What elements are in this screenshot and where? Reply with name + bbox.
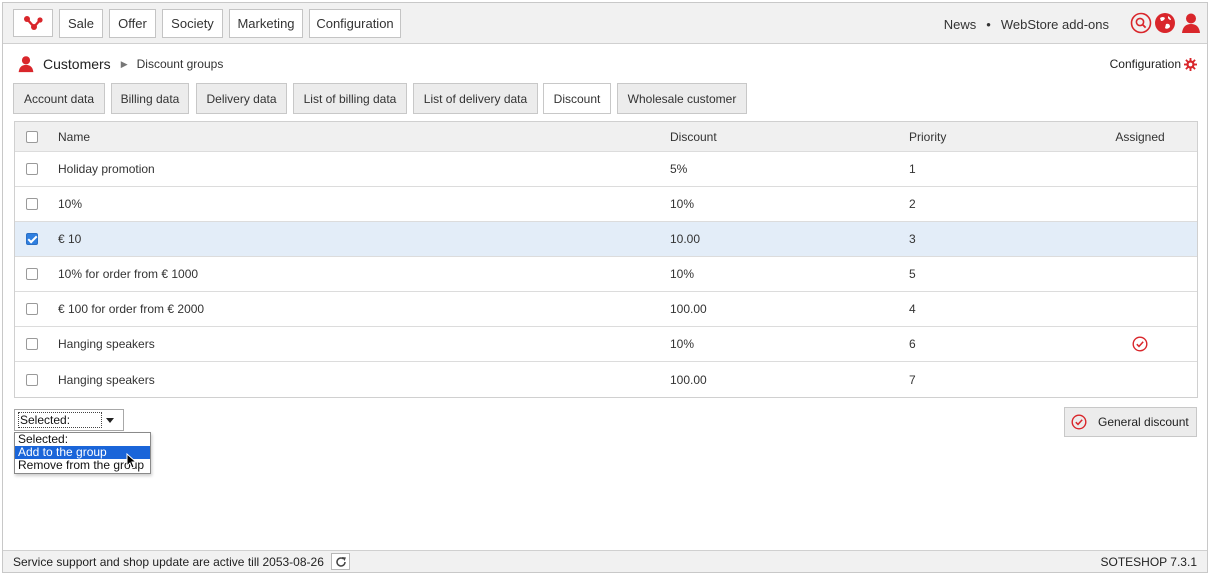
row-name[interactable]: € 100 for order from € 2000 xyxy=(58,292,204,326)
refresh-icon xyxy=(335,556,346,567)
row-name[interactable]: Holiday promotion xyxy=(58,152,155,186)
row-checkbox[interactable] xyxy=(26,233,38,245)
table-row[interactable]: Hanging speakers 10% 6 xyxy=(15,327,1197,362)
top-links: News • WebStore add-ons xyxy=(944,17,1109,32)
row-discount: 5% xyxy=(670,162,688,176)
support-status-text: Service support and shop update are acti… xyxy=(13,555,324,569)
top-navigation-bar: Sale Offer Society Marketing Configurati… xyxy=(3,3,1207,44)
row-checkbox[interactable] xyxy=(26,338,38,350)
search-icon[interactable] xyxy=(1130,12,1152,34)
gear-icon xyxy=(1184,57,1197,71)
assigned-indicator xyxy=(1115,327,1165,361)
configuration-label: Configuration xyxy=(1109,57,1181,71)
webstore-addons-link[interactable]: WebStore add-ons xyxy=(1001,17,1109,32)
breadcrumb: Customers ▶ Discount groups xyxy=(17,55,223,73)
row-checkbox[interactable] xyxy=(26,163,38,175)
check-circle-icon xyxy=(1071,414,1087,430)
tab-discount[interactable]: Discount xyxy=(543,83,611,114)
row-discount: 10% xyxy=(670,337,695,351)
configuration-link[interactable]: Configuration xyxy=(1110,57,1197,71)
menu-offer-button[interactable]: Offer xyxy=(109,9,156,38)
row-name[interactable]: 10% for order from € 1000 xyxy=(58,257,198,291)
row-checkbox[interactable] xyxy=(26,268,38,280)
share-nodes-icon xyxy=(24,16,43,30)
tab-account-data[interactable]: Account data xyxy=(13,83,105,114)
table-row[interactable]: Hanging speakers 100.00 7 xyxy=(15,362,1197,397)
chevron-down-icon xyxy=(106,418,114,423)
row-priority: 6 xyxy=(909,337,916,351)
breadcrumb-current: Discount groups xyxy=(136,57,224,71)
tab-delivery-data[interactable]: Delivery data xyxy=(196,83,287,114)
status-footer: Service support and shop update are acti… xyxy=(3,550,1207,572)
row-priority: 4 xyxy=(909,302,916,316)
column-header-assigned[interactable]: Assigned xyxy=(1115,122,1165,151)
news-link[interactable]: News xyxy=(944,17,977,32)
row-name[interactable]: Hanging speakers xyxy=(58,327,155,361)
select-all-checkbox[interactable] xyxy=(26,130,38,143)
table-row[interactable]: 10% 10% 2 xyxy=(15,187,1197,222)
app-version: SOTESHOP 7.3.1 xyxy=(1100,555,1198,569)
app-window: Sale Offer Society Marketing Configurati… xyxy=(2,2,1208,573)
column-header-discount[interactable]: Discount xyxy=(670,122,717,151)
row-priority: 7 xyxy=(909,372,916,387)
menu-configuration-button[interactable]: Configuration xyxy=(309,9,401,38)
row-name[interactable]: € 10 xyxy=(58,222,81,256)
home-logo-button[interactable] xyxy=(13,9,53,37)
breadcrumb-arrow-icon: ▶ xyxy=(120,58,128,69)
table-row[interactable]: Holiday promotion 5% 1 xyxy=(15,152,1197,187)
table-row[interactable]: 10% for order from € 1000 10% 5 xyxy=(15,257,1197,292)
bulk-action-selected-value: Selected: xyxy=(18,412,102,428)
globe-icon[interactable] xyxy=(1154,12,1176,34)
check-circle-icon xyxy=(1132,336,1148,352)
table-row[interactable]: € 100 for order from € 2000 100.00 4 xyxy=(15,292,1197,327)
link-separator: • xyxy=(986,17,991,32)
tab-list-of-billing-data[interactable]: List of billing data xyxy=(293,83,407,114)
column-header-name[interactable]: Name xyxy=(58,122,90,151)
menu-marketing-button[interactable]: Marketing xyxy=(229,9,303,38)
row-name[interactable]: 10% xyxy=(58,187,82,221)
row-discount: 10% xyxy=(670,267,695,281)
row-checkbox[interactable] xyxy=(26,303,38,315)
row-discount: 100.00 xyxy=(670,302,707,316)
row-discount: 10% xyxy=(670,197,695,211)
general-discount-label: General discount xyxy=(1098,415,1189,429)
bulk-action-select[interactable]: Selected: xyxy=(14,409,124,431)
tab-wholesale-customer[interactable]: Wholesale customer xyxy=(617,83,747,114)
table-header-row: Name Discount Priority Assigned xyxy=(15,122,1197,152)
page-title[interactable]: Customers xyxy=(43,56,111,72)
row-checkbox[interactable] xyxy=(26,373,38,386)
refresh-button[interactable] xyxy=(331,553,350,570)
row-name[interactable]: Hanging speakers xyxy=(58,362,155,397)
user-icon xyxy=(18,56,34,73)
row-discount: 100.00 xyxy=(670,372,707,387)
table-row[interactable]: € 10 10.00 3 xyxy=(15,222,1197,257)
tab-billing-data[interactable]: Billing data xyxy=(111,83,189,114)
row-priority: 2 xyxy=(909,197,916,211)
tab-list-of-delivery-data[interactable]: List of delivery data xyxy=(413,83,538,114)
row-checkbox[interactable] xyxy=(26,198,38,210)
row-priority: 3 xyxy=(909,232,916,246)
menu-sale-button[interactable]: Sale xyxy=(59,9,103,38)
general-discount-button[interactable]: General discount xyxy=(1064,407,1197,437)
row-priority: 5 xyxy=(909,267,916,281)
column-header-priority[interactable]: Priority xyxy=(909,122,946,151)
row-priority: 1 xyxy=(909,162,916,176)
discount-groups-table: Name Discount Priority Assigned Holiday … xyxy=(14,121,1198,398)
menu-society-button[interactable]: Society xyxy=(162,9,223,38)
mouse-cursor-icon xyxy=(126,453,137,469)
user-icon[interactable] xyxy=(1180,12,1202,34)
row-discount: 10.00 xyxy=(670,232,701,246)
